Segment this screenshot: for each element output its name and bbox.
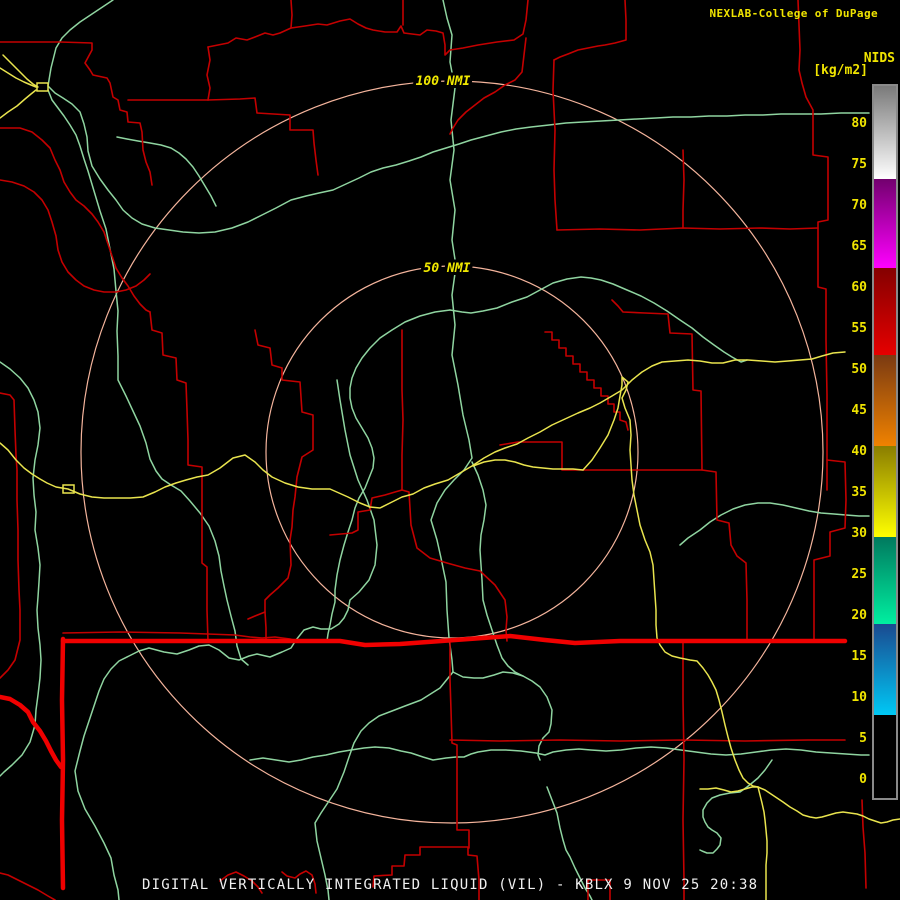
county-boundary-line	[0, 127, 151, 313]
colorbar-tick: 35	[851, 485, 867, 500]
product-status-text: DIGITAL VERTICALLY INTEGRATED LIQUID (VI…	[142, 877, 759, 893]
colorbar-tick: 10	[851, 690, 867, 705]
colorbar-tick: 60	[851, 280, 867, 295]
county-boundary-line	[0, 392, 21, 679]
highway-line	[2, 54, 39, 88]
colorbar-tick: 20	[851, 608, 867, 623]
colorbar-tick: 45	[851, 403, 867, 418]
colorbar-tick: 55	[851, 321, 867, 336]
highway-line	[699, 786, 759, 793]
county-boundary-line	[0, 179, 151, 293]
colorbar-tick: 40	[851, 444, 867, 459]
highway-line	[582, 376, 759, 788]
radar-map-canvas: 100 NMI 50 NMI	[0, 0, 900, 900]
river-line	[0, 361, 42, 777]
river-line	[314, 671, 454, 900]
range-ring-label: 50 NMI	[424, 261, 471, 276]
colorbar-tick: 25	[851, 567, 867, 582]
box-arrow-icon	[881, 5, 897, 21]
county-boundary-line	[449, 739, 846, 742]
county-boundary-line	[0, 872, 56, 900]
legend-title: NIDS	[863, 51, 895, 66]
county-boundary-line	[247, 611, 266, 620]
legend-units: [kg/m2]	[813, 63, 868, 78]
colorbar-tick: 5	[859, 731, 867, 746]
river-line	[249, 746, 870, 763]
colorbar-tick: 70	[851, 198, 867, 213]
county-boundary-line	[206, 46, 211, 101]
county-boundary-line	[264, 367, 314, 642]
river-line	[326, 309, 451, 642]
state-boundary-line	[60, 633, 848, 648]
colorbar-tick: 30	[851, 526, 867, 541]
county-boundary-line	[556, 227, 819, 231]
state-boundary-line	[0, 694, 64, 770]
highway-line	[0, 89, 37, 119]
county-boundary-line	[449, 642, 470, 849]
county-boundary-line	[0, 41, 153, 186]
river-line	[47, 0, 870, 234]
colorbar-tick: 50	[851, 362, 867, 377]
county-boundary-line	[797, 0, 847, 641]
county-boundary-line	[861, 799, 867, 889]
colorbar-tick: 75	[851, 157, 867, 172]
county-boundary-line	[290, 0, 529, 56]
colorbar-tick: 15	[851, 649, 867, 664]
highway-line	[757, 786, 768, 900]
range-ring-label: 100 NMI	[416, 74, 471, 89]
county-boundary-line	[207, 97, 319, 176]
highway-line	[472, 459, 584, 471]
state-boundary-line	[59, 636, 66, 891]
river-line	[471, 461, 524, 677]
river-line	[699, 759, 773, 854]
vil-colorbar	[872, 84, 898, 800]
colorbar-tick: 80	[851, 116, 867, 131]
county-boundary-line	[254, 329, 283, 369]
river-line	[452, 671, 553, 761]
river-line	[449, 276, 748, 363]
river-line	[116, 136, 217, 207]
county-boundary-line	[401, 329, 508, 642]
river-line	[430, 0, 473, 673]
colorbar-tick: 0	[859, 772, 867, 787]
county-boundary-line	[682, 149, 685, 229]
county-boundary-line	[553, 0, 627, 61]
colorbar-tick: 65	[851, 239, 867, 254]
county-boundary-line	[682, 640, 685, 900]
range-ring	[265, 265, 639, 639]
county-boundary-line	[552, 59, 558, 231]
radar-display: 100 NMI 50 NMI NEXLAB-College of DuPage N…	[0, 0, 900, 900]
highway-line	[0, 351, 846, 509]
county-boundary-line	[207, 0, 293, 48]
brand: NEXLAB-College of DuPage	[709, 5, 897, 21]
brand-text: NEXLAB-College of DuPage	[709, 6, 878, 20]
river-line	[47, 89, 249, 666]
